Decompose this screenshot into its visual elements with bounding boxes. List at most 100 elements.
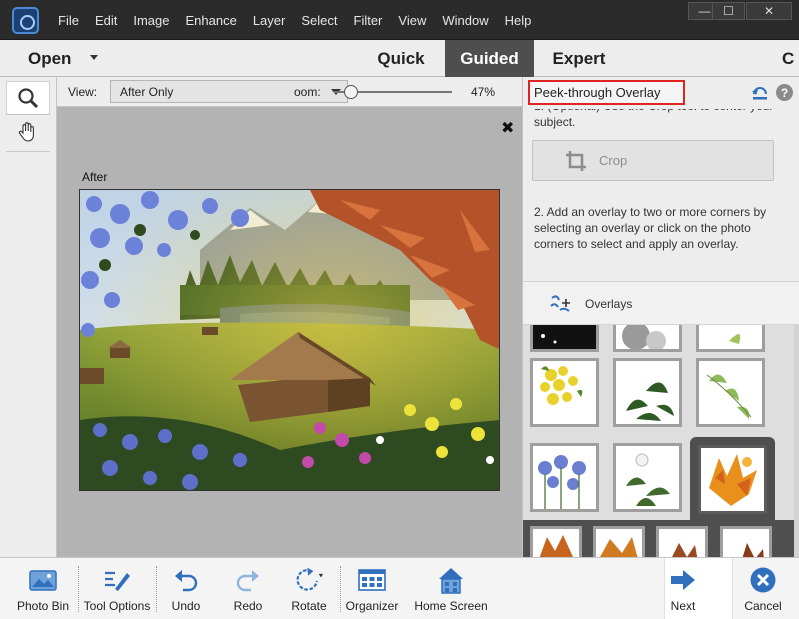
overlay-thumb-strip-2[interactable] [593,526,645,557]
view-options-bar: View: After Only oom: 47% [57,77,522,107]
overlay-thumb-strip-4[interactable] [720,526,772,557]
zoom-tool[interactable] [6,81,50,115]
landscape-photo-image [80,190,499,490]
zoom-label: oom: [294,85,321,99]
bottom-divider [78,566,79,612]
overlay-thumb-sparkle[interactable] [530,325,599,352]
tab-create-partial[interactable]: C [782,49,794,69]
overlay-thumb-light-leaves[interactable] [696,358,765,427]
overlay-thumb-green-leaves[interactable] [613,358,682,427]
help-icon[interactable]: ? [776,84,793,101]
view-dropdown-value: After Only [120,85,174,99]
open-dropdown-icon[interactable] [90,55,98,60]
maximize-button[interactable]: ☐ [712,2,745,20]
crop-icon [566,150,586,171]
tool-divider [6,151,50,152]
menu-image[interactable]: Image [125,13,177,28]
zoom-value: 47% [471,85,496,99]
undo-icon [171,565,201,595]
cancel-label: Cancel [744,599,782,613]
rotate-label: Rotate [291,599,327,613]
blue-flowers-overlay-image [533,446,596,509]
overlay-thumb-strip-3[interactable] [656,526,708,557]
menu-file[interactable]: File [50,13,87,28]
autumn-leaves-overlay-image [701,448,764,511]
bottom-toolbar: Photo Bin Tool Options Undo Redo Rotate … [0,557,799,619]
photo-bin-button[interactable]: Photo Bin [12,558,74,619]
menu-window[interactable]: Window [434,13,496,28]
tool-options-button[interactable]: Tool Options [80,558,154,619]
sparkle-overlay-image [533,325,596,349]
rotate-icon [294,565,324,595]
redo-label: Redo [233,599,263,613]
overlay-thumb-yellow-flowers[interactable] [530,358,599,427]
undo-label: Undo [171,599,201,613]
menu-help[interactable]: Help [497,13,540,28]
crop-button-label: Crop [599,153,628,168]
autumn-overlay-image-3 [659,529,705,557]
overlay-thumb-green[interactable] [696,325,765,352]
tool-options-label: Tool Options [83,599,151,613]
close-canvas-icon[interactable]: ✖ [501,121,514,137]
tool-strip [0,77,57,557]
light-leaves-overlay-image [699,361,762,424]
gray-leaves-overlay-image [616,325,679,349]
open-button[interactable]: Open [28,49,71,69]
bottom-divider [340,566,341,612]
guided-panel: 1. (Optional) Use the Crop tool to cente… [522,77,799,557]
yellow-flowers-overlay-image [533,361,596,424]
panel-header: Peek-through Overlay ? [523,77,799,109]
rotate-button[interactable]: Rotate [284,558,334,619]
tab-guided[interactable]: Guided [445,40,534,77]
cancel-button[interactable]: Cancel [741,558,785,619]
organizer-button[interactable]: Organizer [343,558,401,619]
autumn-overlay-image-4 [723,529,769,557]
next-label: Next [670,599,696,613]
overlay-thumb-blue-flowers[interactable] [530,443,599,512]
menu-items: File Edit Image Enhance Layer Select Fil… [50,0,539,40]
menu-enhance[interactable]: Enhance [178,13,245,28]
dark-leaves-overlay-image [616,361,679,424]
menu-edit[interactable]: Edit [87,13,125,28]
edited-photo[interactable] [79,189,500,491]
home-screen-button[interactable]: Home Screen [412,558,490,619]
overlay-thumb-autumn-leaves[interactable] [698,445,767,514]
photo-bin-label: Photo Bin [16,599,70,613]
overlays-label: Overlays [585,297,633,311]
menu-view[interactable]: View [390,13,434,28]
cancel-icon [748,565,778,595]
organizer-label: Organizer [345,599,399,613]
menu-bar: File Edit Image Enhance Layer Select Fil… [0,0,799,40]
autumn-overlay-image-1 [533,529,579,557]
overlays-header[interactable]: Overlays [523,281,799,325]
close-window-button[interactable]: ✕ [746,2,792,20]
bottom-divider [156,566,157,612]
undo-button[interactable]: Undo [164,558,208,619]
overlay-thumbnails [523,325,799,557]
overlay-thumb-strip-1[interactable] [530,526,582,557]
mode-bar: Open Quick Guided Expert C [0,40,799,77]
redo-button[interactable]: Redo [226,558,270,619]
menu-filter[interactable]: Filter [346,13,391,28]
app-logo-icon [12,7,39,34]
green-leaf-overlay-image [699,325,762,349]
hand-tool[interactable] [6,115,50,149]
step2-instructions: 2. Add an overlay to two or more corners… [534,205,767,251]
view-label: View: [68,85,98,99]
zoom-slider-thumb[interactable] [343,85,358,99]
overlay-thumb-gray[interactable] [613,325,682,352]
tab-expert[interactable]: Expert [540,40,618,77]
crop-button[interactable]: Crop [532,140,774,181]
overlays-scrollbar[interactable] [794,325,799,557]
overlay-thumb-white-flower[interactable] [613,443,682,512]
hand-icon [18,122,34,142]
menu-layer[interactable]: Layer [245,13,294,28]
reset-panel-icon[interactable] [751,85,769,101]
organizer-icon [357,565,387,595]
photo-bin-icon [28,565,58,595]
next-button[interactable]: Next [664,558,702,619]
panel-title: Peek-through Overlay [528,80,685,105]
after-label: After [82,170,108,184]
tab-quick[interactable]: Quick [364,40,438,77]
menu-select[interactable]: Select [293,13,345,28]
